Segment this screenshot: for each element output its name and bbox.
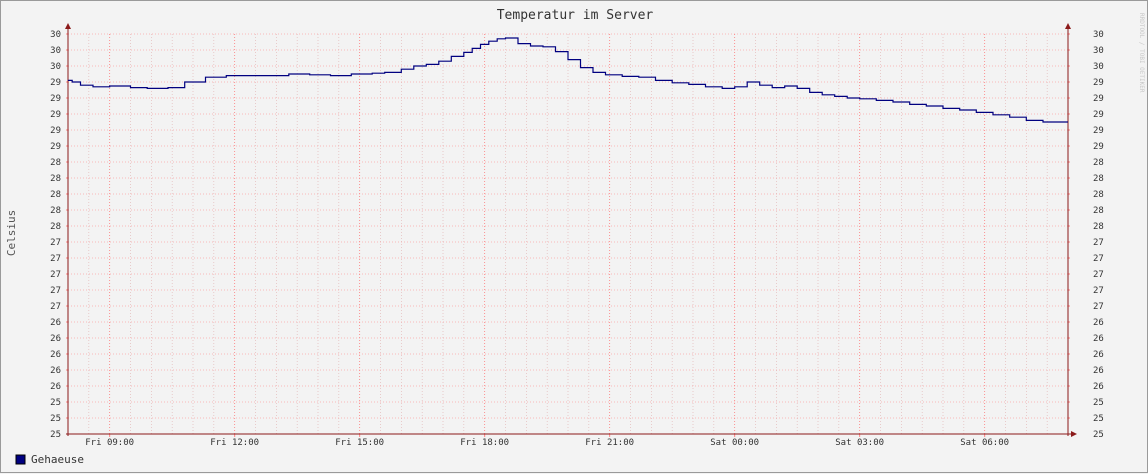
y-tick-label: 30 [50, 46, 61, 56]
y-tick-label-right: 29 [1093, 126, 1104, 136]
y-tick-label-right: 28 [1093, 158, 1104, 168]
y-tick-label: 25 [50, 430, 61, 440]
y-tick-label-right: 26 [1093, 350, 1104, 360]
y-tick-label-right: 30 [1093, 62, 1104, 72]
y-tick-label: 28 [50, 206, 61, 216]
y-tick-label: 29 [50, 126, 61, 136]
x-tick-label: Sat 00:00 [710, 438, 759, 448]
x-tick-label: Fri 15:00 [335, 438, 384, 448]
y-tick-label-right: 29 [1093, 94, 1104, 104]
y-tick-label: 28 [50, 190, 61, 200]
y-tick-label: 30 [50, 30, 61, 40]
y-tick-label: 25 [50, 398, 61, 408]
y-tick-label-right: 27 [1093, 270, 1104, 280]
y-tick-label: 29 [50, 110, 61, 120]
y-axis-label: Celsius [5, 210, 18, 256]
legend-label-gehaeuse: Gehaeuse [31, 453, 84, 466]
y-tick-label: 28 [50, 174, 61, 184]
rrdtool-watermark: RRDTOOL / TOBI OETIKER [1138, 13, 1145, 93]
y-tick-label: 26 [50, 334, 61, 344]
y-tick-label-right: 27 [1093, 286, 1104, 296]
y-tick-label-right: 27 [1093, 238, 1104, 248]
y-tick-labels-right: 25 25 25 26 26 26 26 26 27 27 27 27 27 28 28 28 28 28 29 29… [1093, 30, 1104, 440]
y-tick-label: 26 [50, 382, 61, 392]
x-tick-label: Fri 09:00 [85, 438, 134, 448]
y-tick-label-right: 29 [1093, 78, 1104, 88]
legend-swatch-gehaeuse [15, 454, 26, 465]
y-tick-label: 29 [50, 94, 61, 104]
temperature-chart: 25 25 25 26 26 26 26 26 27 27 27 27 27 28 28 28 28 28 29 29… [0, 0, 1148, 473]
y-tick-label: 28 [50, 158, 61, 168]
axes [65, 23, 1077, 437]
x-tick-label: Fri 18:00 [460, 438, 509, 448]
y-tick-label: 28 [50, 222, 61, 232]
y-tick-label: 30 [50, 62, 61, 72]
y-tick-label-right: 27 [1093, 254, 1104, 264]
y-tick-label: 26 [50, 366, 61, 376]
y-tick-label-right: 26 [1093, 334, 1104, 344]
y-tick-label: 27 [50, 238, 61, 248]
x-tick-labels: Fri 09:00 Fri 12:00 Fri 15:00 Fri 18:00 Fri … [85, 438, 1009, 448]
chart-title: Temperatur im Server [497, 8, 654, 23]
y-tick-labels-left: 25 25 25 26 26 26 26 26 27 27 27 27 27 28 28 28 28 28 29 29… [50, 30, 61, 440]
y-tick-label-right: 28 [1093, 222, 1104, 232]
y-tick-label-right: 28 [1093, 174, 1104, 184]
y-tick-label: 27 [50, 302, 61, 312]
y-tick-label-right: 29 [1093, 110, 1104, 120]
y-tick-label-right: 25 [1093, 430, 1104, 440]
y-tick-label: 27 [50, 254, 61, 264]
y-tick-label-right: 28 [1093, 206, 1104, 216]
y-tick-label-right: 25 [1093, 414, 1104, 424]
y-tick-label-right: 28 [1093, 190, 1104, 200]
x-tick-label: Fri 21:00 [585, 438, 634, 448]
y-tick-label: 27 [50, 270, 61, 280]
x-axis-arrow [1071, 431, 1077, 437]
y-tick-label: 26 [50, 350, 61, 360]
y-tick-label-right: 30 [1093, 46, 1104, 56]
y-tick-label-right: 25 [1093, 398, 1104, 408]
y-tick-label-right: 26 [1093, 318, 1104, 328]
y-tick-label-right: 29 [1093, 142, 1104, 152]
y-axis-arrow-right [1065, 23, 1071, 29]
y-tick-label-right: 26 [1093, 366, 1104, 376]
y-tick-label-right: 30 [1093, 30, 1104, 40]
x-tick-label: Fri 12:00 [210, 438, 259, 448]
y-tick-label: 29 [50, 78, 61, 88]
grid-minor-vertical [88, 34, 1048, 434]
y-tick-label-right: 27 [1093, 302, 1104, 312]
y-tick-label: 27 [50, 286, 61, 296]
y-axis-arrow-left [65, 23, 71, 29]
chart-canvas: 25 25 25 26 26 26 26 26 27 27 27 27 27 28 28 28 28 28 29 29… [5, 8, 1145, 466]
x-tick-label: Sat 03:00 [835, 438, 884, 448]
y-tick-label-right: 26 [1093, 382, 1104, 392]
y-tick-label: 25 [50, 414, 61, 424]
y-tick-label: 26 [50, 318, 61, 328]
x-tick-label: Sat 06:00 [960, 438, 1009, 448]
y-tick-label: 29 [50, 142, 61, 152]
